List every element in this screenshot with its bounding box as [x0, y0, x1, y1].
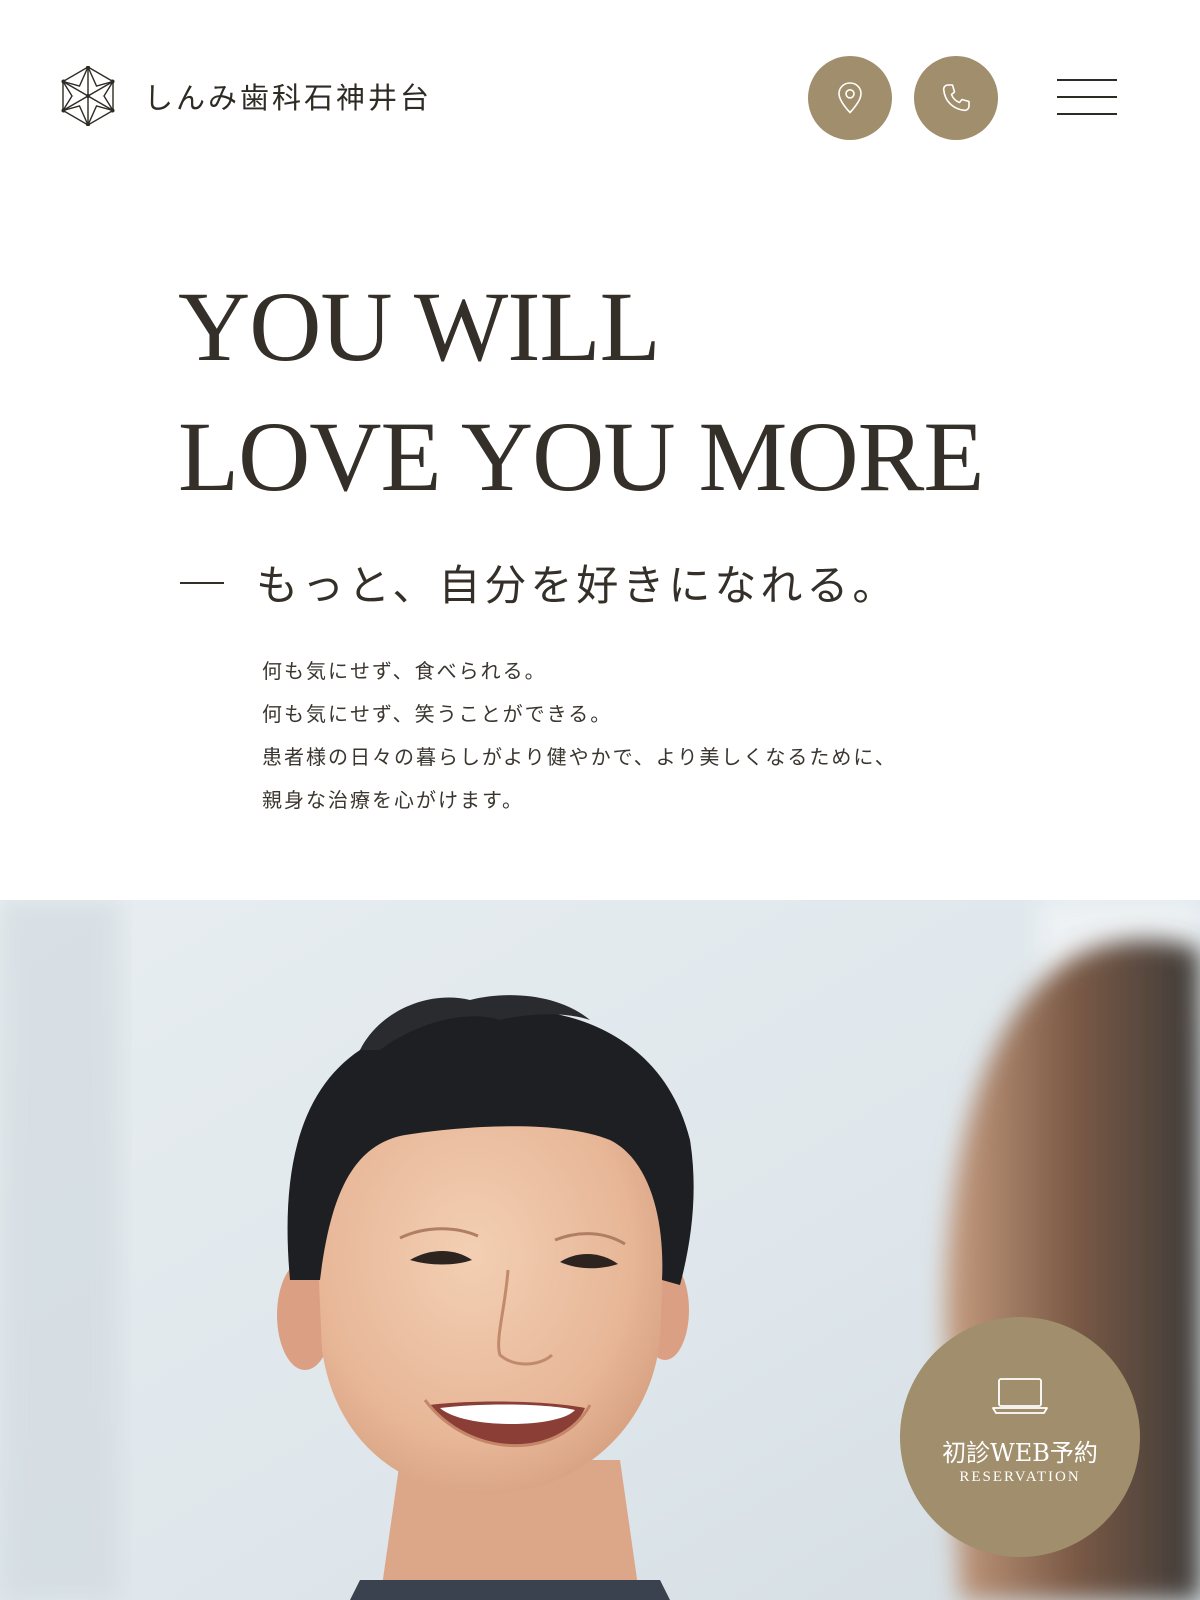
- subtitle-dash: [180, 581, 224, 584]
- hero-body-text: 何も気にせず、食べられる。 何も気にせず、笑うことができる。 患者様の日々の暮ら…: [262, 650, 897, 822]
- logo-text: しんみ歯科石神井台: [144, 81, 433, 115]
- body-line: 何も気にせず、笑うことができる。: [262, 702, 613, 726]
- hero-title-line-2: LOVE YOU MORE: [178, 401, 984, 512]
- access-map-button[interactable]: [808, 56, 892, 140]
- reservation-sublabel: RESERVATION: [959, 1469, 1081, 1485]
- phone-icon: [942, 84, 970, 112]
- subtitle-text: もっと、自分を好きになれる。: [256, 561, 899, 610]
- body-line: 親身な治療を心がけます。: [262, 788, 524, 812]
- hero-title: YOU WILL LOVE YOU MORE: [178, 262, 984, 522]
- web-reservation-button[interactable]: 初診WEB予約 RESERVATION: [900, 1317, 1140, 1557]
- body-line: 何も気にせず、食べられる。: [262, 659, 547, 683]
- hero-title-line-1: YOU WILL: [178, 271, 661, 382]
- page: しんみ歯科石神井台 YOU WILL LOVE YOU MORE もっと、自分を…: [0, 0, 1200, 1600]
- hamburger-line: [1057, 79, 1117, 81]
- hamburger-menu-button[interactable]: [1057, 79, 1117, 115]
- laptop-icon: [992, 1378, 1048, 1414]
- hamburger-line: [1057, 96, 1117, 98]
- reservation-label: 初診WEB予約: [942, 1439, 1098, 1467]
- map-pin-icon: [838, 82, 862, 114]
- body-line: 患者様の日々の暮らしがより健やかで、より美しくなるために、: [262, 745, 897, 769]
- asanoha-logo-icon: [61, 66, 115, 126]
- hero-subtitle: もっと、自分を好きになれる。: [180, 552, 898, 613]
- site-header: しんみ歯科石神井台: [0, 0, 1200, 200]
- site-logo[interactable]: しんみ歯科石神井台: [58, 66, 432, 126]
- hamburger-line: [1057, 113, 1117, 115]
- phone-call-button[interactable]: [914, 56, 998, 140]
